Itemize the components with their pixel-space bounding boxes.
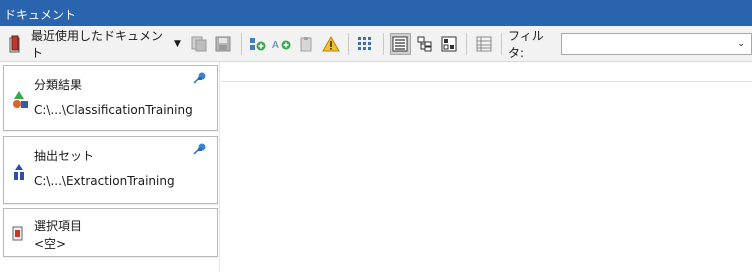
chevron-down-icon: ▼: [174, 38, 181, 49]
recent-documents-label: 最近使用したドキュメント: [31, 28, 164, 60]
document-name: 抽出セット: [34, 149, 95, 163]
document-name: 選択項目: [34, 219, 83, 233]
document-card-extraction[interactable]: 抽出セット C:\...\ExtractionTraining: [3, 136, 218, 204]
document-card-classification[interactable]: 分類結果 C:\...\ClassificationTraining: [3, 65, 218, 131]
pin-icon[interactable]: [193, 143, 207, 158]
grid-icon[interactable]: [355, 33, 376, 55]
document-path: <空>: [34, 237, 67, 251]
chevron-down-icon: ⌄: [737, 38, 745, 49]
toolbar-separator: [382, 32, 384, 55]
copy-icon[interactable]: [189, 33, 210, 55]
document-list-panel: 分類結果 C:\...\ClassificationTraining 抽出セット…: [0, 62, 220, 272]
recent-documents-dropdown[interactable]: 最近使用したドキュメント ▼: [31, 27, 181, 61]
window-title: ドキュメント: [4, 8, 77, 22]
classification-icon: [12, 90, 30, 113]
document-delete-icon[interactable]: [4, 33, 25, 55]
toolbar-separator: [466, 32, 468, 55]
add-green-icon[interactable]: [248, 33, 269, 55]
toolbar: 最近使用したドキュメント ▼ A フィルタ: ⌄: [0, 26, 752, 62]
pin-icon[interactable]: [193, 72, 207, 87]
content-area-header: [221, 62, 752, 82]
document-name: 分類結果: [34, 78, 83, 92]
list-view-icon[interactable]: [389, 32, 412, 55]
add-object-icon[interactable]: A: [272, 33, 293, 55]
save-icon[interactable]: [213, 33, 234, 55]
document-path: C:\...\ExtractionTraining: [34, 174, 175, 188]
clipboard-icon[interactable]: [296, 33, 317, 55]
tree-view-icon[interactable]: [414, 33, 435, 55]
filter-label: フィルタ:: [508, 28, 544, 60]
svg-text:A: A: [272, 40, 279, 51]
document-card-selection[interactable]: 選択項目 <空>: [3, 208, 218, 257]
filter-select[interactable]: ⌄: [560, 32, 752, 55]
toolbar-separator: [501, 32, 502, 55]
toolbar-separator: [348, 32, 349, 55]
table-view-icon[interactable]: [473, 33, 494, 55]
extraction-icon: [12, 163, 26, 184]
window-title-bar: ドキュメント: [0, 0, 752, 26]
toolbar-separator: [241, 32, 242, 55]
document-path: C:\...\ClassificationTraining: [34, 103, 193, 117]
tile-view-icon[interactable]: [438, 33, 459, 55]
warning-icon[interactable]: [320, 33, 341, 55]
selection-icon: [12, 225, 24, 244]
